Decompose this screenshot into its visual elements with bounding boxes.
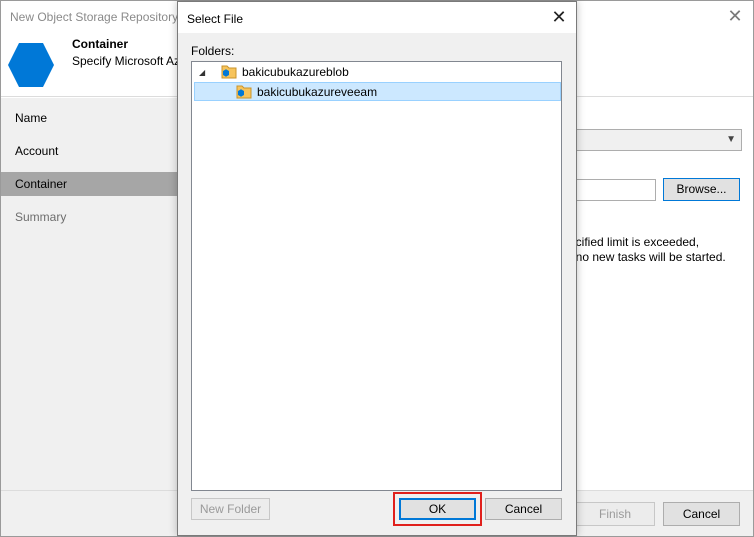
azure-hexagon-icon [7,41,55,89]
browse-button[interactable]: Browse... [663,178,740,201]
nav-item-name[interactable]: Name [1,106,179,130]
nav-item-account[interactable]: Account [1,139,179,163]
header-subtitle: Specify Microsoft Azure [72,54,179,68]
folder-tree[interactable]: ◢ bakicubukazureblob bakicubukazureveeam [191,61,562,491]
folders-label: Folders: [191,44,235,58]
wizard-close-icon[interactable]: ✕ [723,5,747,27]
limit-text-line1: ecified limit is exceeded, [569,235,700,249]
select-file-dialog: Select File ✕ Folders: ◢ bakicubukazureb… [177,1,577,536]
wizard-cancel-button[interactable]: Cancel [663,502,740,526]
chevron-down-icon: ▼ [726,134,736,145]
nav-item-summary: Summary [15,210,67,224]
finish-button: Finish [575,502,655,526]
tree-item-label: bakicubukazureveeam [257,85,378,99]
container-folder-icon [218,64,238,81]
container-combobox[interactable]: ▼ [572,129,742,151]
nav-item-container[interactable]: Container [1,172,179,196]
folder-path-input[interactable] [572,179,656,201]
wizard-nav: Name Account Container Summary [1,98,179,490]
dialog-titlebar: Select File ✕ [178,2,576,33]
wizard-title: New Object Storage Repository [10,10,179,24]
new-folder-button: New Folder [191,498,270,520]
container-folder-icon [233,84,253,101]
tree-item-selected[interactable]: bakicubukazureveeam [194,82,561,101]
limit-text-line2: t no new tasks will be started. [569,250,726,264]
ok-button[interactable]: OK [399,498,476,520]
tree-item-label: bakicubukazureblob [242,65,349,79]
expand-triangle-icon[interactable]: ◢ [199,63,205,82]
dialog-close-icon[interactable]: ✕ [547,6,571,28]
header-title: Container [72,37,129,51]
dialog-title: Select File [187,12,244,26]
tree-item-root[interactable]: ◢ bakicubukazureblob [196,63,556,82]
dialog-cancel-button[interactable]: Cancel [485,498,562,520]
